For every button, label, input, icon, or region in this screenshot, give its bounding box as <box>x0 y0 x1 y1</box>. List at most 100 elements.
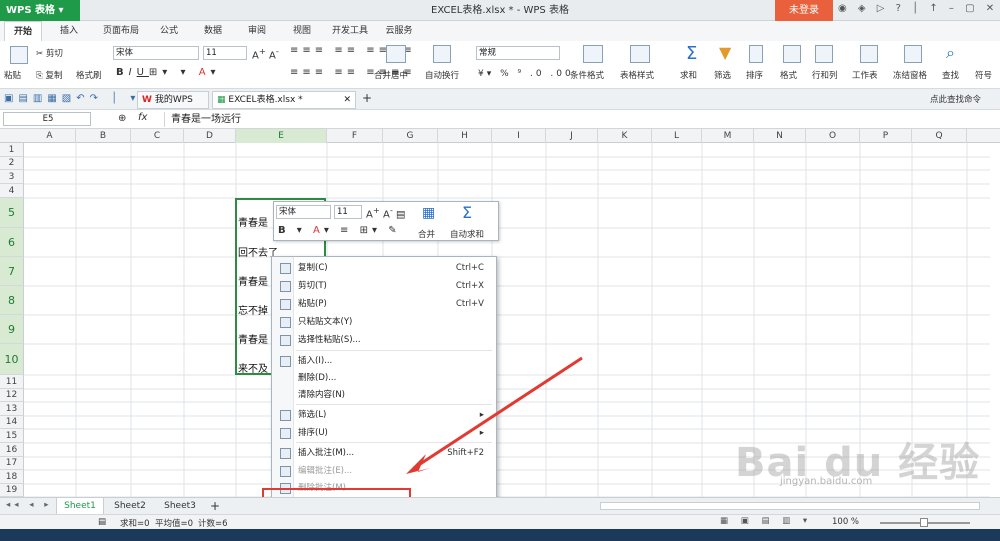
fx-button[interactable]: fx <box>138 112 147 123</box>
column-header-a[interactable]: A <box>24 129 76 143</box>
font-size-select[interactable]: 11 <box>203 46 247 60</box>
column-header-q[interactable]: Q <box>912 129 967 143</box>
column-header-k[interactable]: K <box>598 129 652 143</box>
tab-home[interactable]: 开始 <box>4 21 42 41</box>
context-menu-item-3[interactable]: 只粘贴文本(Y) <box>272 314 496 331</box>
tab-developer[interactable]: 开发工具 <box>328 21 372 41</box>
formula-input[interactable]: 青春是一场远行 <box>164 112 994 127</box>
row-header-4[interactable]: 4 <box>0 184 24 198</box>
mini-font-grow[interactable]: A+ A- ▤ <box>366 205 406 220</box>
row-header-10[interactable]: 10 <box>0 344 24 375</box>
search-command[interactable]: 点此查找命令 <box>930 93 981 105</box>
context-menu-item-2[interactable]: 粘贴(P) Ctrl+V <box>272 296 496 313</box>
zoom-thumb[interactable] <box>920 518 928 527</box>
number-buttons[interactable]: ¥▾ % ⁹ .0 .00 <box>478 69 574 79</box>
column-header-n[interactable]: N <box>754 129 806 143</box>
tab-insert[interactable]: 插入 <box>52 21 86 41</box>
zoom-formula-icon[interactable]: ⊕ <box>118 113 126 124</box>
sort-button[interactable]: 排序 <box>746 69 763 81</box>
merge-center-button[interactable]: 合并居中 <box>374 69 408 81</box>
row-header-19[interactable]: 19 <box>0 484 24 497</box>
tab-cloud[interactable]: 云服务 <box>382 21 416 41</box>
row-header-14[interactable]: 14 <box>0 416 24 429</box>
sheet-tab-3[interactable]: Sheet3 <box>156 498 204 515</box>
edit-comment-icon <box>280 466 291 477</box>
mini-font-select[interactable]: 宋体 <box>276 205 331 219</box>
format-painter-button[interactable]: 格式刷 <box>76 69 102 81</box>
sum-button[interactable]: 求和 <box>680 69 697 81</box>
name-box[interactable]: E5 <box>3 112 91 126</box>
rowcol-button[interactable]: 行和列 <box>812 69 838 81</box>
table-style-button[interactable]: 表格样式 <box>620 69 654 81</box>
row-header-5[interactable]: 5 <box>0 198 24 228</box>
font-style-buttons[interactable]: BIU⊞▾ ▾ A▾ <box>116 67 221 78</box>
column-header-b[interactable]: B <box>76 129 131 143</box>
add-sheet-button[interactable]: + <box>206 498 224 515</box>
worksheet-button[interactable]: 工作表 <box>852 69 878 81</box>
zoom-level: 100 % <box>832 517 860 527</box>
sheet-tab-2[interactable]: Sheet2 <box>106 498 154 515</box>
filter-button[interactable]: 筛选 <box>714 69 731 81</box>
row-header-2[interactable]: 2 <box>0 157 24 170</box>
column-header-l[interactable]: L <box>652 129 702 143</box>
mini-size-select[interactable]: 11 <box>334 205 362 219</box>
column-header-c[interactable]: C <box>131 129 184 143</box>
column-header-i[interactable]: I <box>492 129 546 143</box>
copy-button[interactable]: ⎘ 复制 <box>36 69 63 81</box>
format-button[interactable]: 格式 <box>780 69 797 81</box>
tab-data[interactable]: 数据 <box>198 21 228 41</box>
column-header-o[interactable]: O <box>806 129 860 143</box>
find-button[interactable]: 查找 <box>942 69 959 81</box>
row-header-1[interactable]: 1 <box>0 143 24 157</box>
row-header-7[interactable]: 7 <box>0 257 24 286</box>
sheet-tab-1[interactable]: Sheet1 <box>56 498 104 515</box>
number-format-select[interactable]: 常规 <box>476 46 560 60</box>
freeze-button[interactable]: 冻结窗格 <box>893 69 927 81</box>
row-header-6[interactable]: 6 <box>0 228 24 257</box>
horizontal-scrollbar[interactable] <box>600 502 980 510</box>
column-header-g[interactable]: G <box>383 129 438 143</box>
row-header-9[interactable]: 9 <box>0 315 24 344</box>
tab-page-layout[interactable]: 页面布局 <box>96 21 146 41</box>
row-header-13[interactable]: 13 <box>0 402 24 416</box>
login-button[interactable]: 未登录 <box>775 0 833 21</box>
column-header-h[interactable]: H <box>438 129 492 143</box>
tab-formulas[interactable]: 公式 <box>154 21 184 41</box>
cut-button[interactable]: ✂ 剪切 <box>36 47 63 59</box>
row-header-16[interactable]: 16 <box>0 443 24 457</box>
row-header-11[interactable]: 11 <box>0 375 24 389</box>
row-header-18[interactable]: 18 <box>0 470 24 484</box>
row-header-15[interactable]: 15 <box>0 429 24 443</box>
column-header-j[interactable]: J <box>546 129 598 143</box>
column-header-d[interactable]: D <box>184 129 236 143</box>
context-menu-item-0[interactable]: 复制(C) Ctrl+C <box>272 260 496 277</box>
wrap-text-button[interactable]: 自动换行 <box>425 69 459 81</box>
column-header-p[interactable]: P <box>860 129 912 143</box>
title-icons[interactable]: ◉ ◈ ▷ ? │ ↑ – ▢ ✕ <box>838 3 998 14</box>
quick-access-icons[interactable]: ▣▤▥▦▧↶↷ │ ▾ <box>4 93 140 104</box>
tab-view[interactable]: 视图 <box>287 21 317 41</box>
row-header-17[interactable]: 17 <box>0 457 24 470</box>
symbol-button[interactable]: 符号 <box>975 69 992 81</box>
close-tab-icon[interactable]: ✕ <box>343 92 351 108</box>
mini-format-buttons[interactable]: B ▾ A▾ ≡ ⊞▾ ✎ <box>278 225 401 236</box>
doc-tab-excel[interactable]: ▦ EXCEL表格.xlsx * ✕ <box>212 91 356 109</box>
mini-autosum-button[interactable]: 自动求和 <box>450 228 484 240</box>
mini-merge-button[interactable]: 合并 <box>418 228 435 240</box>
doc-tab-mywps[interactable]: W 我的WPS <box>137 91 209 109</box>
row-header-3[interactable]: 3 <box>0 170 24 184</box>
context-menu-item-4[interactable]: 选择性粘贴(S)... <box>272 332 496 349</box>
new-tab-button[interactable]: + <box>362 91 372 105</box>
context-menu-item-1[interactable]: 剪切(T) Ctrl+X <box>272 278 496 295</box>
column-header-m[interactable]: M <box>702 129 754 143</box>
conditional-format-button[interactable]: 条件格式 <box>570 69 604 81</box>
row-header-8[interactable]: 8 <box>0 286 24 315</box>
view-mode-buttons[interactable]: ▦ ▣ ▤ ▥ ▾ <box>720 516 812 526</box>
tab-review[interactable]: 审阅 <box>242 21 272 41</box>
column-header-f[interactable]: F <box>327 129 383 143</box>
column-header-e[interactable]: E <box>236 129 327 143</box>
row-header-12[interactable]: 12 <box>0 389 24 402</box>
paste-button[interactable]: 粘贴 <box>4 69 21 81</box>
font-grow-button[interactable]: A+ A- <box>252 46 279 61</box>
font-name-select[interactable]: 宋体 <box>113 46 199 60</box>
